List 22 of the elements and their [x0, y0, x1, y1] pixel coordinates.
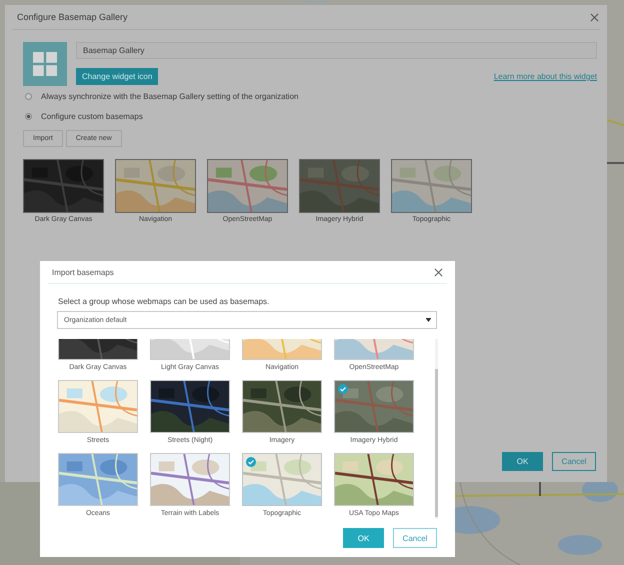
radio-button[interactable]: [25, 92, 32, 100]
grid-icon: [33, 52, 57, 76]
option-label: Configure custom basemaps: [41, 112, 143, 120]
radio-button[interactable]: [25, 112, 32, 120]
dialog-title: Configure Basemap Gallery: [17, 12, 128, 22]
close-icon: [590, 12, 598, 22]
ok-button[interactable]: OK: [343, 528, 384, 548]
caret-icon: [426, 318, 431, 322]
close-button[interactable]: [588, 11, 600, 23]
check-icon: [338, 384, 348, 394]
cancel-button[interactable]: Cancel: [552, 452, 596, 471]
change-icon-button[interactable]: Change widget icon: [76, 68, 158, 85]
close-button[interactable]: [432, 266, 444, 278]
close-icon: [434, 268, 442, 276]
learn-more-link[interactable]: Learn more about this widget: [494, 72, 597, 81]
ok-button[interactable]: OK: [502, 452, 543, 471]
option-label: Always synchronize with the Basemap Gallery setting of the organization: [41, 92, 298, 100]
dialog-title: Import basemaps: [52, 268, 114, 276]
prompt-text: Select a group whose webmaps can be used as basemaps.: [58, 297, 270, 306]
cancel-button[interactable]: Cancel: [393, 528, 437, 548]
scrollbar[interactable]: [435, 339, 438, 519]
widget-name-field[interactable]: Basemap Gallery: [76, 42, 597, 59]
